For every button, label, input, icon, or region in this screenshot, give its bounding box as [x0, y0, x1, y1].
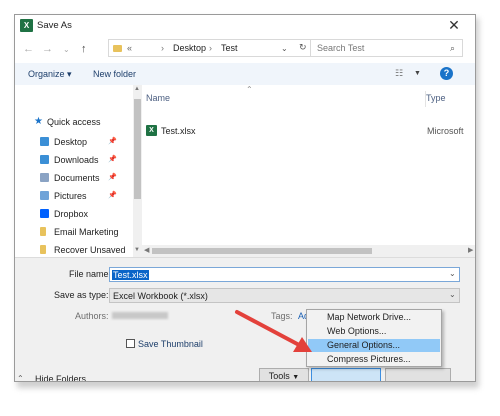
- annotation-arrow: [235, 310, 312, 352]
- save-as-dialog: X Save As ✕ ← → ⌄ ↑ « › Desktop › Test ⌄…: [14, 14, 476, 382]
